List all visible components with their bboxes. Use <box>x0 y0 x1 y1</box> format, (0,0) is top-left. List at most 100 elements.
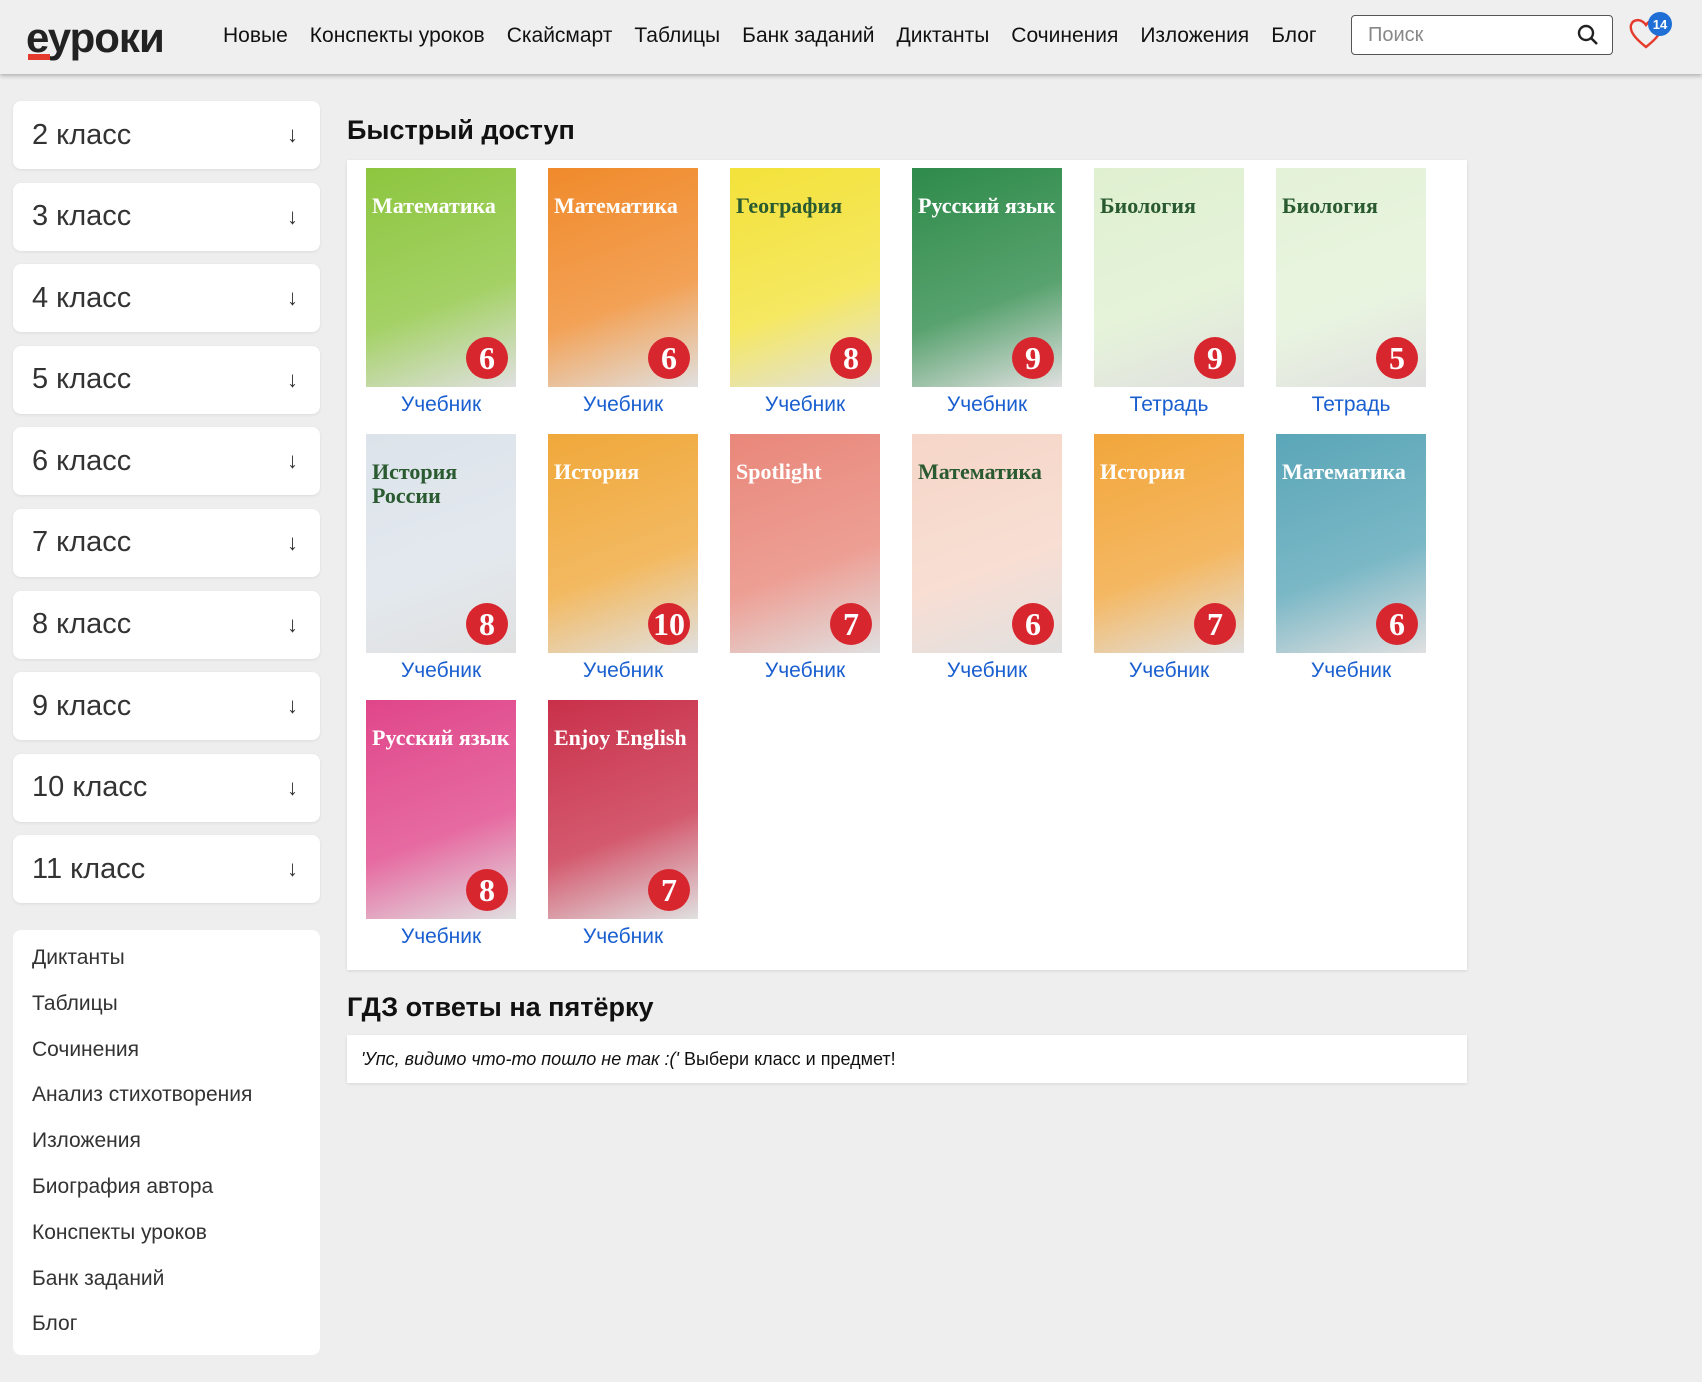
book-card[interactable]: Математика 6 Учебник <box>366 168 516 417</box>
book-cover[interactable]: География 8 <box>730 168 880 387</box>
class-dropdown[interactable]: 6 класс ↓ <box>13 427 320 496</box>
nav-item[interactable]: Сочинения <box>1011 24 1118 48</box>
class-label: 2 класс <box>32 118 132 151</box>
book-grade: 6 <box>466 337 508 379</box>
book-link[interactable]: Учебник <box>912 393 1062 417</box>
error-message: 'Упс, видимо что-то пошло не так :(' Выб… <box>347 1035 1467 1083</box>
class-dropdown[interactable]: 10 класс ↓ <box>13 753 320 822</box>
sidebar-link[interactable]: Диктанты <box>32 946 320 992</box>
book-cover[interactable]: История России 8 <box>366 434 516 653</box>
nav-item[interactable]: Банк заданий <box>742 24 874 48</box>
book-cover[interactable]: Математика 6 <box>366 168 516 387</box>
class-dropdown[interactable]: 7 класс ↓ <box>13 508 320 577</box>
logo[interactable]: еуроки <box>26 14 165 62</box>
book-link[interactable]: Тетрадь <box>1276 393 1426 417</box>
book-title: Математика <box>1282 459 1406 484</box>
book-link[interactable]: Учебник <box>912 659 1062 683</box>
class-dropdown[interactable]: 5 класс ↓ <box>13 345 320 414</box>
book-grade: 7 <box>830 603 872 645</box>
book-grade: 8 <box>466 869 508 911</box>
book-card[interactable]: Биология 5 Тетрадь <box>1276 168 1426 417</box>
class-dropdown[interactable]: 11 класс ↓ <box>13 835 320 904</box>
book-title: География <box>736 193 843 218</box>
book-link[interactable]: Учебник <box>366 925 516 949</box>
class-dropdown[interactable]: 8 класс ↓ <box>13 590 320 659</box>
book-cover[interactable]: Русский язык 8 <box>366 700 516 919</box>
book-title: Русский язык <box>372 725 510 750</box>
book-card[interactable]: Биология 9 Тетрадь <box>1094 168 1244 417</box>
book-card[interactable]: История 7 Учебник <box>1094 434 1244 683</box>
book-cover[interactable]: Математика 6 <box>548 168 698 387</box>
book-card[interactable]: История 10 Учебник <box>548 434 698 683</box>
book-cover[interactable]: Русский язык 9 <box>912 168 1062 387</box>
book-card[interactable]: Математика 6 Учебник <box>548 168 698 417</box>
book-title: Математика <box>918 459 1042 484</box>
nav-item[interactable]: Изложения <box>1140 24 1249 48</box>
book-title: История России <box>372 459 458 508</box>
sidebar-link[interactable]: Блог <box>32 1312 320 1358</box>
book-title: Русский язык <box>918 193 1056 218</box>
book-cover[interactable]: Биология 5 <box>1276 168 1426 387</box>
arrow-down-icon: ↓ <box>287 529 298 555</box>
book-cover[interactable]: Spotlight 7 <box>730 434 880 653</box>
sidebar-link[interactable]: Конспекты уроков <box>32 1221 320 1267</box>
sidebar-link[interactable]: Сочинения <box>32 1038 320 1084</box>
nav-item[interactable]: Таблицы <box>634 24 720 48</box>
nav-item[interactable]: Скайсмарт <box>507 24 613 48</box>
class-label: 4 класс <box>32 281 132 314</box>
search-icon[interactable] <box>1576 23 1600 53</box>
nav-item[interactable]: Диктанты <box>897 24 990 48</box>
book-card[interactable]: География 8 Учебник <box>730 168 880 417</box>
book-title: Математика <box>372 193 496 218</box>
book-cover[interactable]: История 10 <box>548 434 698 653</box>
nav-item[interactable]: Новые <box>223 24 288 48</box>
book-title: История <box>1100 459 1186 484</box>
sidebar-link[interactable]: Изложения <box>32 1129 320 1175</box>
class-label: 5 класс <box>32 363 132 396</box>
book-title: Enjoy English <box>554 725 687 750</box>
book-link[interactable]: Учебник <box>548 393 698 417</box>
book-link[interactable]: Учебник <box>548 659 698 683</box>
sidebar-link[interactable]: Биография автора <box>32 1175 320 1221</box>
gdz-title: ГДЗ ответы на пятёрку <box>347 992 654 1022</box>
book-cover[interactable]: Математика 6 <box>1276 434 1426 653</box>
main-nav: Новые Конспекты уроков Скайсмарт Таблицы Бан… <box>223 24 1317 48</box>
class-label: 7 класс <box>32 526 132 559</box>
book-card[interactable]: История России 8 Учебник <box>366 434 516 683</box>
book-card[interactable]: Русский язык 9 Учебник <box>912 168 1062 417</box>
class-dropdown[interactable]: 9 класс ↓ <box>13 672 320 741</box>
sidebar-link[interactable]: Банк заданий <box>32 1267 320 1313</box>
book-card[interactable]: Enjoy English 7 Учебник <box>548 700 698 949</box>
sidebar-link[interactable]: Анализ стихотворения <box>32 1083 320 1129</box>
sidebar-link[interactable]: Таблицы <box>32 992 320 1038</box>
book-grade: 5 <box>1376 337 1418 379</box>
book-link[interactable]: Учебник <box>366 393 516 417</box>
arrow-down-icon: ↓ <box>287 366 298 392</box>
book-cover[interactable]: Математика 6 <box>912 434 1062 653</box>
book-link[interactable]: Учебник <box>730 393 880 417</box>
book-grade: 8 <box>830 337 872 379</box>
book-link[interactable]: Учебник <box>366 659 516 683</box>
book-grade: 6 <box>648 337 690 379</box>
book-card[interactable]: Математика 6 Учебник <box>912 434 1062 683</box>
class-dropdown[interactable]: 4 класс ↓ <box>13 264 320 333</box>
book-card[interactable]: Математика 6 Учебник <box>1276 434 1426 683</box>
class-label: 8 класс <box>32 608 132 641</box>
class-dropdown[interactable]: 3 класс ↓ <box>13 182 320 251</box>
search-input[interactable] <box>1368 23 1568 47</box>
nav-item[interactable]: Блог <box>1271 24 1316 48</box>
book-link[interactable]: Учебник <box>548 925 698 949</box>
book-link[interactable]: Учебник <box>730 659 880 683</box>
book-grade: 7 <box>648 869 690 911</box>
class-dropdown[interactable]: 2 класс ↓ <box>13 101 320 169</box>
book-cover[interactable]: Биология 9 <box>1094 168 1244 387</box>
nav-item[interactable]: Конспекты уроков <box>310 24 485 48</box>
arrow-down-icon: ↓ <box>287 611 298 637</box>
book-link[interactable]: Тетрадь <box>1094 393 1244 417</box>
book-cover[interactable]: История 7 <box>1094 434 1244 653</box>
book-link[interactable]: Учебник <box>1094 659 1244 683</box>
book-card[interactable]: Spotlight 7 Учебник <box>730 434 880 683</box>
book-cover[interactable]: Enjoy English 7 <box>548 700 698 919</box>
book-link[interactable]: Учебник <box>1276 659 1426 683</box>
book-card[interactable]: Русский язык 8 Учебник <box>366 700 516 949</box>
